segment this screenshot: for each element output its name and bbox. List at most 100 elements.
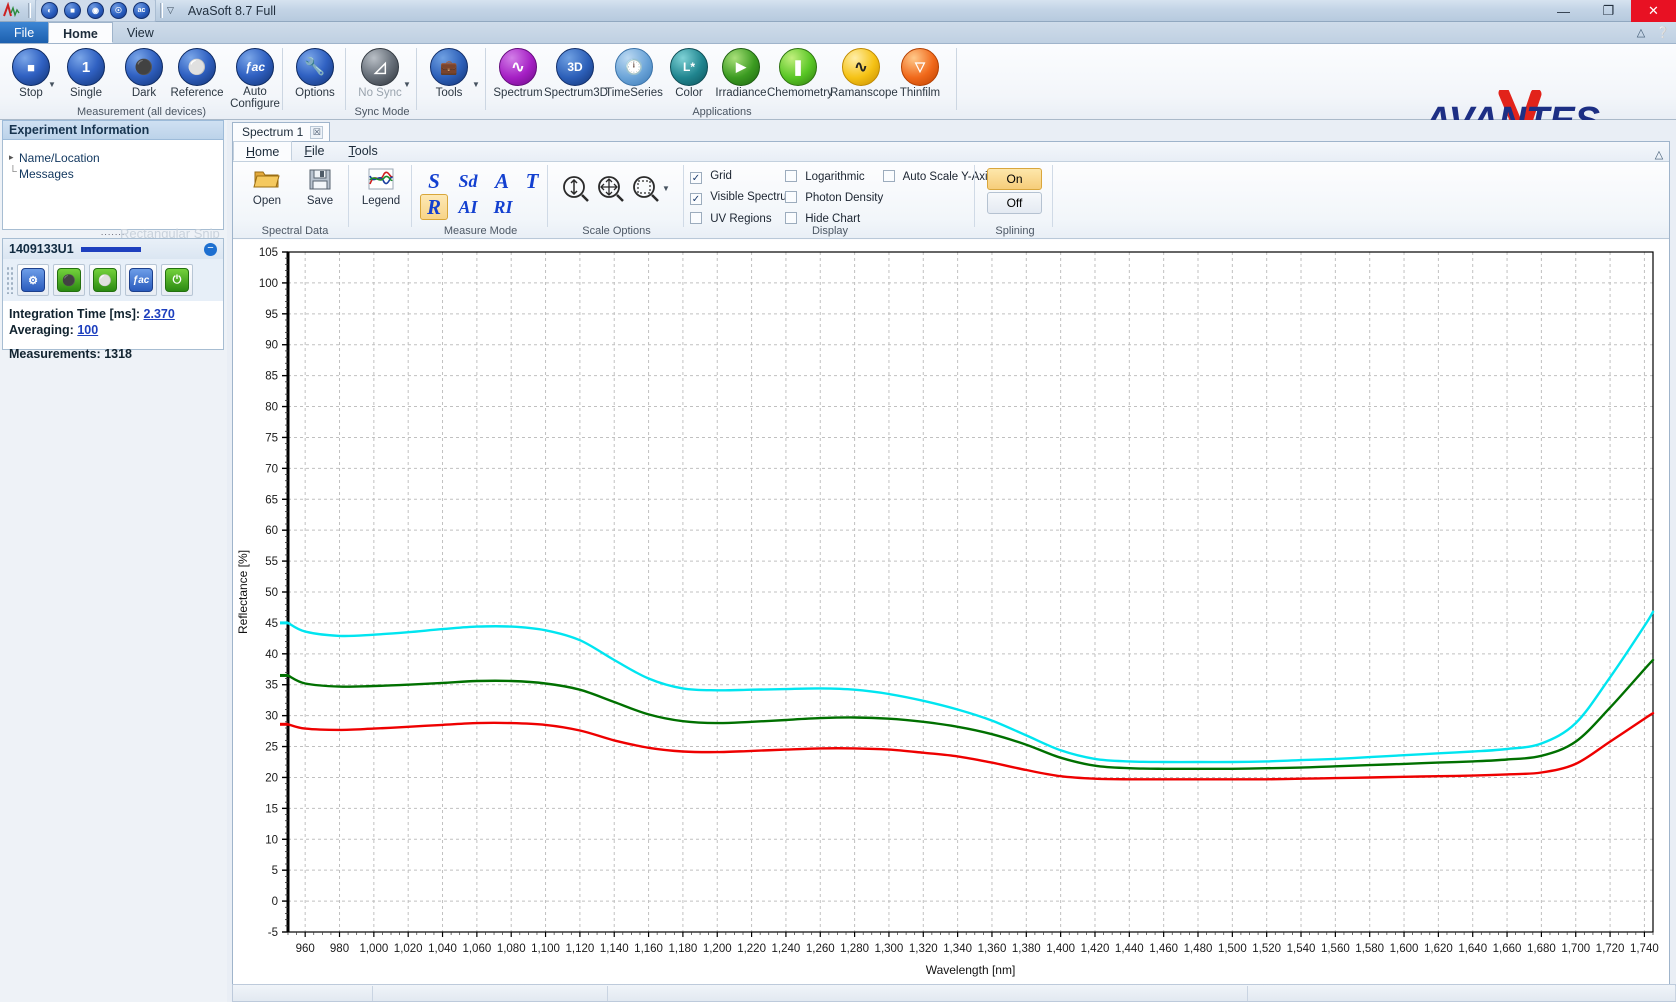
qat-dark-icon[interactable]: ◉ [85, 1, 106, 20]
close-button[interactable]: ✕ [1631, 0, 1676, 22]
logarithmic-checkbox-box[interactable] [785, 170, 797, 182]
visible-spectrum-checkbox-box[interactable]: ✓ [690, 193, 702, 205]
hide-chart-checkbox-box[interactable] [785, 212, 797, 224]
power-icon: ⏻ [165, 268, 189, 292]
chart-canvas[interactable]: -505101520253035404550556065707580859095… [233, 240, 1671, 1000]
collapse-ribbon-icon[interactable]: △ [1634, 25, 1648, 39]
title-bar: ◐ ■ ◉ ☉ ac ▽ AvaSoft 8.7 Full — ❐ ✕ [0, 0, 1676, 22]
ribbon-button-no-sync[interactable]: ◿ No Sync [349, 48, 411, 99]
tab-home[interactable]: Home [48, 22, 113, 43]
checkbox-photon-density[interactable]: Photon Density [785, 191, 883, 204]
close-icon[interactable]: ☒ [310, 126, 323, 139]
svg-text:1,360: 1,360 [978, 943, 1007, 955]
ribbon-button-options[interactable]: 🔧 Options [284, 48, 346, 99]
ribbon-group-sync-mode: ◿ No Sync ▼ Sync Mode [347, 44, 417, 120]
save-button[interactable]: Save [294, 166, 346, 207]
spectrum-tab-strip: Home File Tools △ [233, 142, 1669, 162]
splining-on-button[interactable]: On [987, 168, 1042, 190]
averaging-value[interactable]: 100 [77, 323, 98, 337]
ribbon-button-spectrum[interactable]: ∿ Spectrum [487, 48, 549, 99]
scale-y-icon[interactable] [561, 174, 591, 207]
ribbon-button-tools[interactable]: 💼 Tools [418, 48, 480, 99]
measure-mode-ai[interactable]: AI [453, 194, 483, 220]
ribbon-button-chemometry[interactable]: ❚ Chemometry [767, 48, 829, 99]
measure-mode-a[interactable]: A [489, 168, 515, 194]
svg-text:1,080: 1,080 [497, 943, 526, 955]
legend-button[interactable]: Legend [355, 166, 407, 207]
qat-customize-icon[interactable]: ▽ [167, 5, 174, 16]
photon-density-checkbox-box[interactable] [785, 191, 797, 203]
checkbox-uv-regions[interactable]: UV Regions [690, 212, 772, 225]
ribbon-button-spectrum3d[interactable]: 3D Spectrum3D [544, 48, 606, 99]
spectrum-chart[interactable]: -505101520253035404550556065707580859095… [233, 240, 1669, 1000]
uv-regions-checkbox-box[interactable] [690, 212, 702, 224]
svg-text:20: 20 [265, 772, 278, 784]
splining-off-button[interactable]: Off [987, 192, 1042, 214]
tab-file-inner[interactable]: File [292, 141, 336, 161]
help-icon[interactable]: ❔ [1656, 25, 1670, 39]
device-collapse-button[interactable]: − [204, 243, 217, 256]
device-power-button[interactable]: ⏻ [161, 264, 193, 296]
device-header: 1409133U1 − [3, 239, 223, 259]
ribbon-button-thinfilm[interactable]: ▽ Thinfilm [889, 48, 951, 99]
tools-dropdown-caret[interactable]: ▼ [472, 80, 480, 89]
qat-globe-icon[interactable]: ◐ [39, 1, 60, 20]
chemometry-icon: ❚ [779, 48, 817, 86]
minimize-button[interactable]: — [1541, 0, 1586, 22]
document-tab-label: Spectrum 1 [242, 125, 303, 139]
measure-mode-s[interactable]: S [421, 168, 447, 194]
ribbon-group-splining: On Off Splining [977, 162, 1053, 239]
maximize-button[interactable]: ❐ [1586, 0, 1631, 22]
tab-home-inner[interactable]: Home [233, 141, 292, 161]
ribbon-button-stop[interactable]: ■ Stop [0, 48, 62, 99]
checkbox-logarithmic[interactable]: Logarithmic [785, 170, 865, 183]
svg-text:980: 980 [330, 943, 349, 955]
integration-time-value[interactable]: 2.370 [144, 307, 175, 321]
measure-mode-sd[interactable]: Sd [453, 168, 483, 194]
ribbon-button-timeseries[interactable]: 🕛 TimeSeries [603, 48, 665, 99]
ribbon-button-irradiance[interactable]: ▶ Irradiance [710, 48, 772, 99]
ribbon-button-reference[interactable]: ⚪ Reference [166, 48, 228, 99]
qat-stop-icon[interactable]: ■ [62, 1, 83, 20]
qat-jac-icon[interactable]: ac [131, 1, 152, 20]
tab-tools-inner[interactable]: Tools [337, 141, 390, 161]
checkbox-visible-spectrum[interactable]: ✓ Visible Spectrum [690, 191, 796, 205]
document-area: Spectrum 1 ☒ Home File Tools △ [227, 120, 1676, 1002]
measure-mode-r[interactable]: R [420, 194, 448, 220]
zoom-region-icon[interactable] [631, 174, 661, 207]
scale-options-dropdown-caret[interactable]: ▼ [662, 184, 670, 193]
checkbox-grid[interactable]: ✓ Grid [690, 170, 732, 184]
tree-node-name-location[interactable]: ▸ Name/Location [9, 150, 223, 166]
qat-reference-icon[interactable]: ☉ [108, 1, 129, 20]
tab-view[interactable]: View [113, 22, 168, 43]
device-settings-button[interactable]: ⚙ [17, 264, 49, 296]
device-autoconfigure-button[interactable]: ƒac [125, 264, 157, 296]
spectrum-icon: ∿ [499, 48, 537, 86]
measure-mode-t[interactable]: T [519, 168, 545, 194]
svg-text:1,580: 1,580 [1355, 943, 1384, 955]
collapse-inner-ribbon-icon[interactable]: △ [1655, 147, 1669, 161]
ribbon-button-single[interactable]: 1 Single [55, 48, 117, 99]
svg-text:5: 5 [272, 865, 278, 877]
no-sync-dropdown-caret[interactable]: ▼ [403, 80, 411, 89]
tree-node-messages[interactable]: └ Messages [9, 166, 223, 182]
device-reference-button[interactable]: ⚪ [89, 264, 121, 296]
auto-scale-y-axis-checkbox-box[interactable] [883, 170, 895, 182]
checkbox-hide-chart[interactable]: Hide Chart [785, 212, 860, 225]
experiment-tree[interactable]: ▸ Name/Location └ Messages [2, 140, 224, 230]
expand-arrow-icon[interactable]: ▸ [9, 152, 14, 163]
svg-text:1,340: 1,340 [943, 943, 972, 955]
ribbon-button-ramanscope[interactable]: ∿ Ramanscope [830, 48, 892, 99]
ribbon-button-auto-configure[interactable]: ƒac Auto Configure [224, 48, 286, 110]
device-dark-button[interactable]: ⚫ [53, 264, 85, 296]
document-tab-spectrum-1[interactable]: Spectrum 1 ☒ [232, 122, 330, 141]
svg-text:-5: -5 [268, 927, 278, 939]
svg-text:1,320: 1,320 [909, 943, 938, 955]
measure-mode-ri[interactable]: RI [487, 194, 519, 220]
tab-file[interactable]: File [0, 22, 48, 43]
device-toolbar-grip[interactable] [6, 266, 13, 294]
grid-checkbox-box[interactable]: ✓ [690, 172, 702, 184]
open-button[interactable]: Open [241, 166, 293, 207]
scale-xy-icon[interactable] [596, 174, 626, 207]
ribbon-label-no-sync: No Sync [349, 87, 411, 99]
